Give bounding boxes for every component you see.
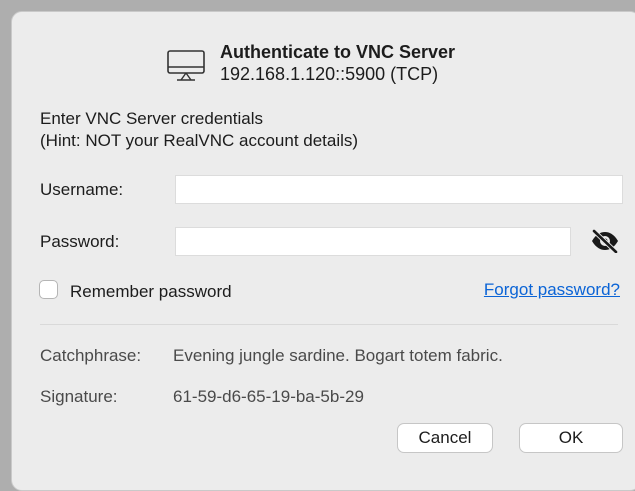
remember-password-label[interactable]: Remember password <box>70 282 232 302</box>
signature-value: 61-59-d6-65-19-ba-5b-29 <box>173 387 364 406</box>
eye-slash-icon[interactable] <box>590 229 620 253</box>
vnc-auth-dialog: Authenticate to VNC Server 192.168.1.120… <box>11 11 635 491</box>
dialog-header: Authenticate to VNC Server 192.168.1.120… <box>167 42 567 90</box>
monitor-icon <box>167 50 205 81</box>
username-label: Username: <box>40 180 124 199</box>
password-input[interactable] <box>175 227 571 256</box>
divider <box>40 324 618 325</box>
intro-line-1: Enter VNC Server credentials <box>40 109 263 128</box>
remember-password-checkbox[interactable] <box>39 280 58 299</box>
ok-button[interactable]: OK <box>519 423 623 453</box>
cancel-button[interactable]: Cancel <box>397 423 493 453</box>
forgot-password-link[interactable]: Forgot password? <box>484 280 620 300</box>
intro-line-2: (Hint: NOT your RealVNC account details) <box>40 131 359 150</box>
catchphrase-value: Evening jungle sardine. Bogart totem fab… <box>173 346 503 365</box>
username-input[interactable] <box>175 175 623 204</box>
dialog-title: Authenticate to VNC Server <box>220 42 456 62</box>
signature-label: Signature: <box>40 387 118 406</box>
server-address: 192.168.1.120::5900 (TCP) <box>220 64 439 84</box>
password-label: Password: <box>40 232 120 251</box>
catchphrase-label: Catchphrase: <box>40 346 142 365</box>
intro-text: Enter VNC Server credentials (Hint: NOT … <box>40 108 358 152</box>
